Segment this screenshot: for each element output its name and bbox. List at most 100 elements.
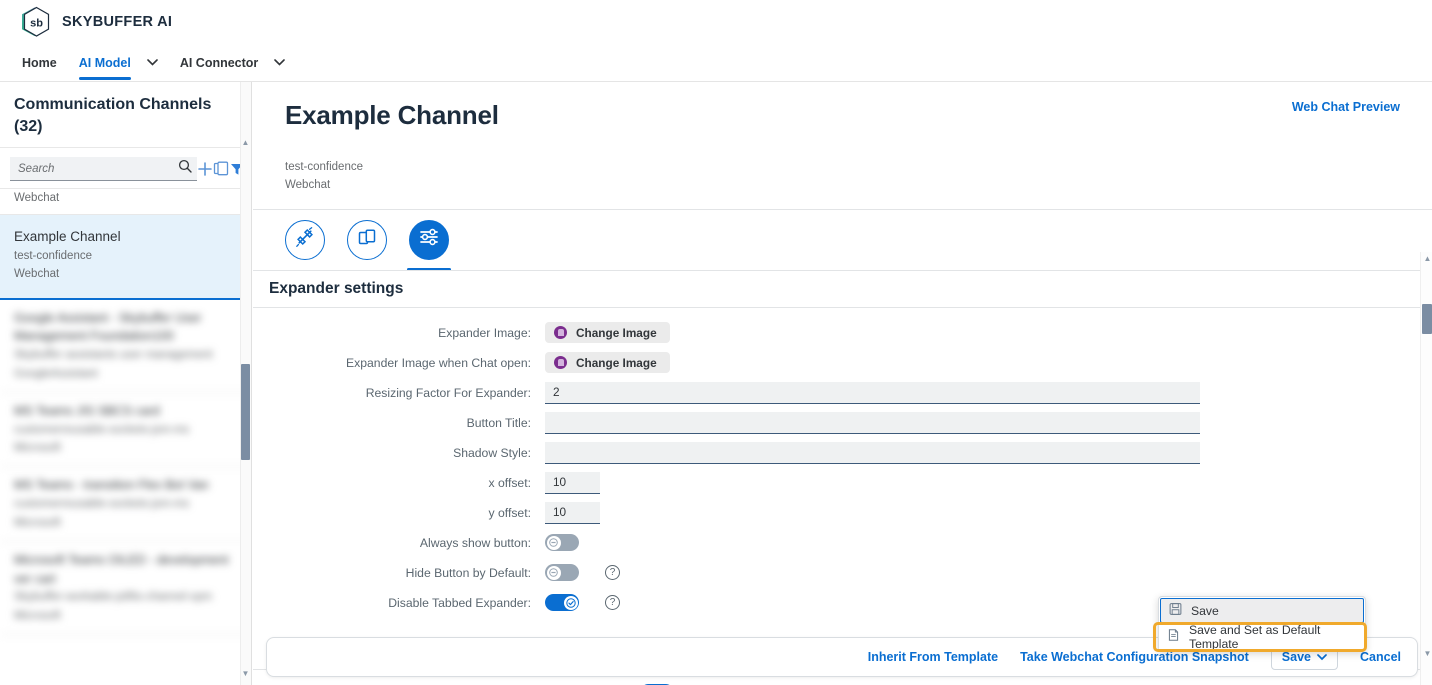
settings-tab[interactable] <box>407 219 451 271</box>
toggle-knob <box>563 595 578 610</box>
search-icon[interactable] <box>178 159 192 178</box>
brand-logo[interactable]: sb SKYBUFFER AI <box>0 6 172 38</box>
inherit-from-template-link[interactable]: Inherit From Template <box>868 650 998 664</box>
field-label: y offset: <box>488 505 531 520</box>
sidebar-scrollbar-thumb[interactable] <box>241 364 250 460</box>
sidebar-title: Communication Channels (32) <box>14 96 212 135</box>
image-placeholder-icon <box>554 326 567 340</box>
list-item-title: MS Teams - transition Flex Bot Van <box>14 478 209 493</box>
menu-item-save-label: Save <box>1191 603 1219 618</box>
scroll-down-icon[interactable]: ▼ <box>241 669 250 679</box>
save-button-label: Save <box>1281 650 1311 664</box>
list-item[interactable]: Google Assistant - Skybuffer User Manage… <box>0 300 251 393</box>
chevron-down-icon[interactable] <box>1317 650 1327 664</box>
top-bar: sb SKYBUFFER AI <box>0 0 1432 44</box>
field-label: Shadow Style: <box>453 445 531 460</box>
field-label: Resizing Factor For Expander: <box>365 385 531 400</box>
image-placeholder-icon <box>554 356 567 370</box>
list-item[interactable]: Webchat <box>0 189 251 215</box>
sidebar-scrollbar[interactable]: ▲ ▼ <box>240 82 251 685</box>
list-item-title: Google Assistant - Skybuffer User Manage… <box>14 310 202 344</box>
svg-text:sb: sb <box>30 17 43 29</box>
search-field[interactable] <box>10 157 197 182</box>
scroll-up-icon[interactable]: ▲ <box>1423 254 1432 264</box>
field-hide-button-default: Hide Button by Default: ? <box>253 562 1432 584</box>
button-title-input[interactable] <box>545 411 1200 434</box>
list-item[interactable]: MS Teams - transition Flex Bot Van custo… <box>0 467 251 542</box>
scroll-up-icon[interactable]: ▲ <box>241 138 250 148</box>
help-icon[interactable]: ? <box>605 595 620 611</box>
field-label: Expander Image when Chat open: <box>346 355 531 370</box>
skybuffer-hexagon-logo-icon: sb <box>20 6 50 38</box>
field-y-offset: y offset: <box>253 501 1432 524</box>
list-item[interactable]: Microsoft Teams OILED - development ver … <box>0 542 251 636</box>
field-button-title: Button Title: <box>253 411 1432 434</box>
devices-copy-icon <box>357 227 377 252</box>
brand-name: SKYBUFFER AI <box>62 14 173 30</box>
disable-tabbed-expander-toggle[interactable] <box>545 594 579 612</box>
devices-tab[interactable] <box>347 219 387 260</box>
sidebar-item-example-channel[interactable]: Example Channel test-confidence Webchat <box>0 214 251 300</box>
scroll-down-icon[interactable]: ▼ <box>1423 649 1432 659</box>
connector-tab[interactable] <box>285 219 325 260</box>
always-show-button-toggle[interactable] <box>545 534 579 552</box>
field-label: x offset: <box>488 475 531 490</box>
nav-item-ai-connector[interactable]: AI Connector <box>180 44 258 82</box>
change-image-label: Change Image <box>576 355 657 370</box>
page-header: Example Channel Web Chat Preview test-co… <box>253 82 1432 209</box>
field-x-offset: x offset: <box>253 471 1432 494</box>
menu-item-save-template-label: Save and Set as Default Template <box>1189 622 1321 651</box>
toggle-knob <box>546 565 561 580</box>
menu-item-save[interactable]: Save <box>1160 598 1364 623</box>
nav-item-ai-connector-label: AI Connector <box>179 55 259 70</box>
list-item-subtitle-2: Microsoft <box>14 609 61 622</box>
cancel-button[interactable]: Cancel <box>1360 650 1401 664</box>
list-item-subtitle-1: test-confidence <box>14 249 92 262</box>
floppy-disk-icon <box>1169 602 1182 619</box>
main-navigation: Home AI Model AI Connector <box>0 44 1432 82</box>
field-shadow-style: Shadow Style: <box>253 441 1432 464</box>
field-always-show-button: Always show button: <box>253 532 1432 554</box>
shadow-style-input[interactable] <box>545 441 1200 464</box>
channel-list: Webchat Example Channel test-confidence … <box>0 189 251 636</box>
list-item[interactable]: MS Teams JIS SBCS card customerreusable-… <box>0 393 251 468</box>
document-icon <box>1167 628 1180 645</box>
web-chat-preview-link[interactable]: Web Chat Preview <box>1292 100 1400 114</box>
search-input[interactable] <box>18 162 174 175</box>
list-item-subtitle-1: Skybuffer-workable-jstfits-channel-vpm <box>14 591 212 604</box>
list-item-title: MS Teams JIS SBCS card <box>14 403 160 418</box>
sliders-settings-icon <box>418 226 440 253</box>
help-icon[interactable]: ? <box>605 565 620 581</box>
list-item-title: Microsoft Teams OILED - development ver … <box>14 552 229 586</box>
nav-item-ai-model[interactable]: AI Model <box>78 44 131 82</box>
main-content: Example Channel Web Chat Preview test-co… <box>253 82 1432 685</box>
section-title-expander-settings: Expander settings <box>269 279 404 297</box>
list-item-subtitle-2: GoogleAssistant <box>14 367 98 380</box>
main-scrollbar[interactable]: ▲ ▼ <box>1420 252 1432 685</box>
list-item-subtitle-1: customerreusable-sockets-jsm-ms <box>14 423 190 436</box>
field-expander-image: Expander Image: Change Image <box>253 322 1432 344</box>
save-dropdown-menu: Save Save and Set as Default Template <box>1153 596 1367 652</box>
sidebar-toolbar <box>0 148 251 190</box>
add-channel-button[interactable] <box>197 156 213 182</box>
take-webchat-configuration-snapshot-link[interactable]: Take Webchat Configuration Snapshot <box>1020 650 1249 664</box>
field-resizing-factor: Resizing Factor For Expander: <box>253 381 1432 404</box>
change-image-button-expander[interactable]: Change Image <box>545 322 670 344</box>
field-label: Expander Image: <box>438 325 531 340</box>
nav-ai-connector-chevron-down-icon[interactable] <box>274 44 286 82</box>
nav-item-home[interactable]: Home <box>22 44 57 82</box>
page-subtitle: test-confidence Webchat <box>285 158 1400 209</box>
main-scrollbar-thumb[interactable] <box>1422 304 1432 334</box>
menu-item-save-and-set-default-template[interactable]: Save and Set as Default Template <box>1159 622 1365 651</box>
hide-button-by-default-toggle[interactable] <box>545 564 579 582</box>
field-label: Button Title: <box>466 415 531 430</box>
list-item-subtitle: Webchat <box>14 192 60 205</box>
change-image-button-chat-open[interactable]: Change Image <box>545 352 670 374</box>
resizing-factor-input[interactable] <box>545 381 1200 404</box>
nav-ai-model-chevron-down-icon[interactable] <box>147 44 158 82</box>
list-item-subtitle-1: customerreusable-sockets-jsm-ms <box>14 498 190 511</box>
list-item-subtitle-2: Microsoft <box>14 516 61 529</box>
x-offset-input[interactable] <box>545 471 600 494</box>
y-offset-input[interactable] <box>545 501 600 524</box>
copy-channel-button[interactable] <box>213 156 229 182</box>
